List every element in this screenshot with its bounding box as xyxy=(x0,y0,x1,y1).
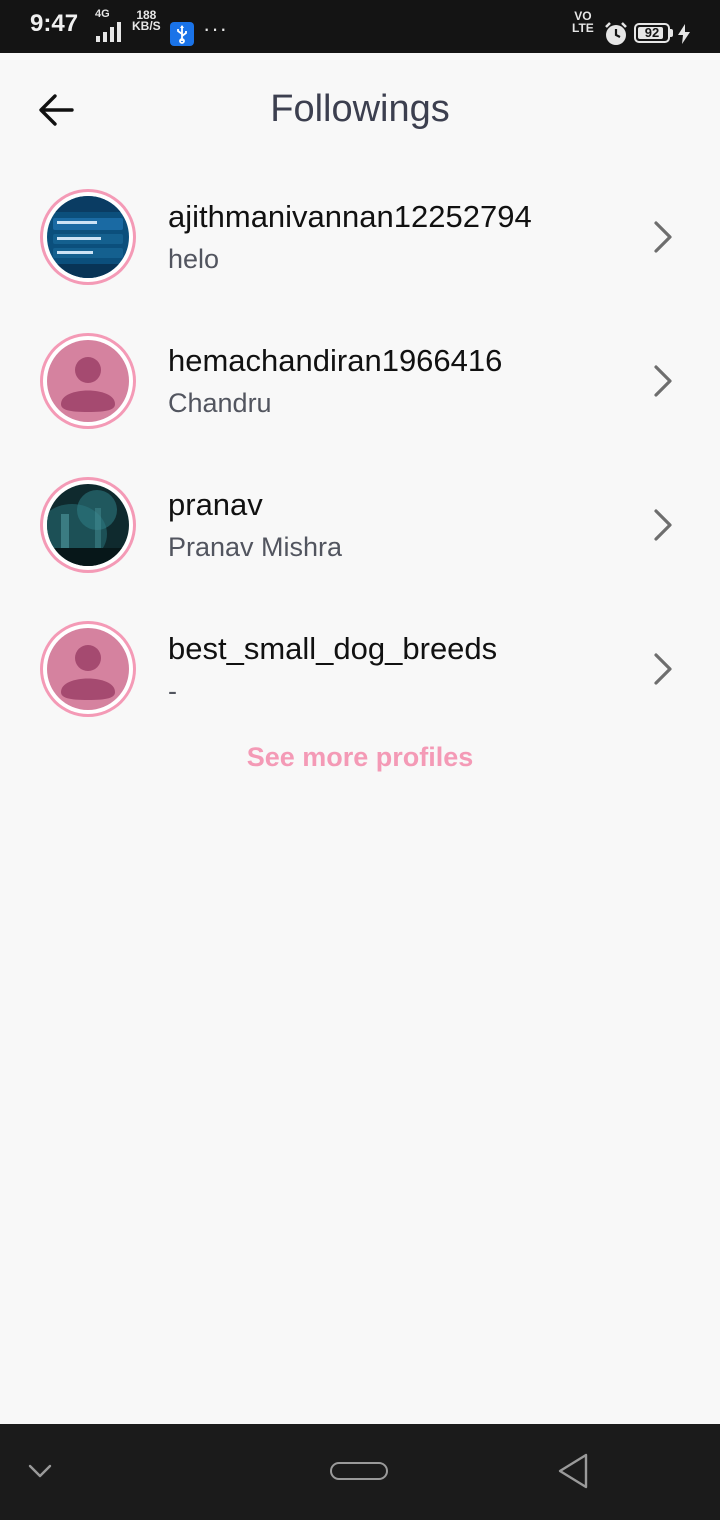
network-speed: 188 KB/S xyxy=(132,9,161,33)
avatar[interactable] xyxy=(40,189,136,285)
following-row[interactable]: pranav Pranav Mishra xyxy=(0,477,720,607)
volte-bottom: LTE xyxy=(572,21,594,35)
battery-percent: 92 xyxy=(644,25,660,40)
network-speed-unit: KB/S xyxy=(132,19,161,33)
default-person-icon xyxy=(47,628,129,710)
avatar-photo xyxy=(47,196,129,278)
chevron-right-icon[interactable] xyxy=(646,505,678,545)
back-triangle-icon[interactable] xyxy=(556,1452,590,1490)
following-row[interactable]: hemachandiran1966416 Chandru xyxy=(0,333,720,463)
page-title: Followings xyxy=(270,88,450,130)
default-person-icon xyxy=(47,340,129,422)
avatar-photo xyxy=(47,484,129,566)
avatar[interactable] xyxy=(40,621,136,717)
display-name: helo xyxy=(168,244,220,274)
charging-icon xyxy=(678,24,690,44)
username[interactable]: ajithmanivannan12252794 xyxy=(168,199,532,235)
avatar[interactable] xyxy=(40,333,136,429)
chevron-right-icon[interactable] xyxy=(646,649,678,689)
system-nav-bar xyxy=(0,1424,720,1520)
username[interactable]: pranav xyxy=(168,487,263,523)
battery-nub xyxy=(670,29,673,37)
display-name: - xyxy=(168,676,177,706)
signal-icon xyxy=(96,22,121,42)
chevron-right-icon[interactable] xyxy=(646,361,678,401)
chevron-right-icon[interactable] xyxy=(646,217,678,257)
home-button[interactable] xyxy=(330,1462,388,1480)
status-bar: 9:47 4G 188 KB/S ··· VO LTE 92 xyxy=(0,0,720,53)
following-row[interactable]: best_small_dog_breeds - xyxy=(0,621,720,751)
avatar[interactable] xyxy=(40,477,136,573)
volte-indicator: VO LTE xyxy=(572,10,594,34)
chevron-down-icon[interactable] xyxy=(26,1460,54,1482)
alarm-icon xyxy=(605,22,627,45)
usb-icon xyxy=(170,22,194,46)
battery-icon: 92 xyxy=(634,23,670,43)
username[interactable]: hemachandiran1966416 xyxy=(168,343,502,379)
display-name: Chandru xyxy=(168,388,272,418)
display-name: Pranav Mishra xyxy=(168,532,343,562)
network-type-label: 4G xyxy=(95,8,110,20)
see-more-profiles-link[interactable]: See more profiles xyxy=(0,742,720,773)
username[interactable]: best_small_dog_breeds xyxy=(168,631,497,667)
more-notifications-icon: ··· xyxy=(203,16,228,41)
following-row[interactable]: ajithmanivannan12252794 helo xyxy=(0,189,720,319)
status-time: 9:47 xyxy=(30,10,79,37)
